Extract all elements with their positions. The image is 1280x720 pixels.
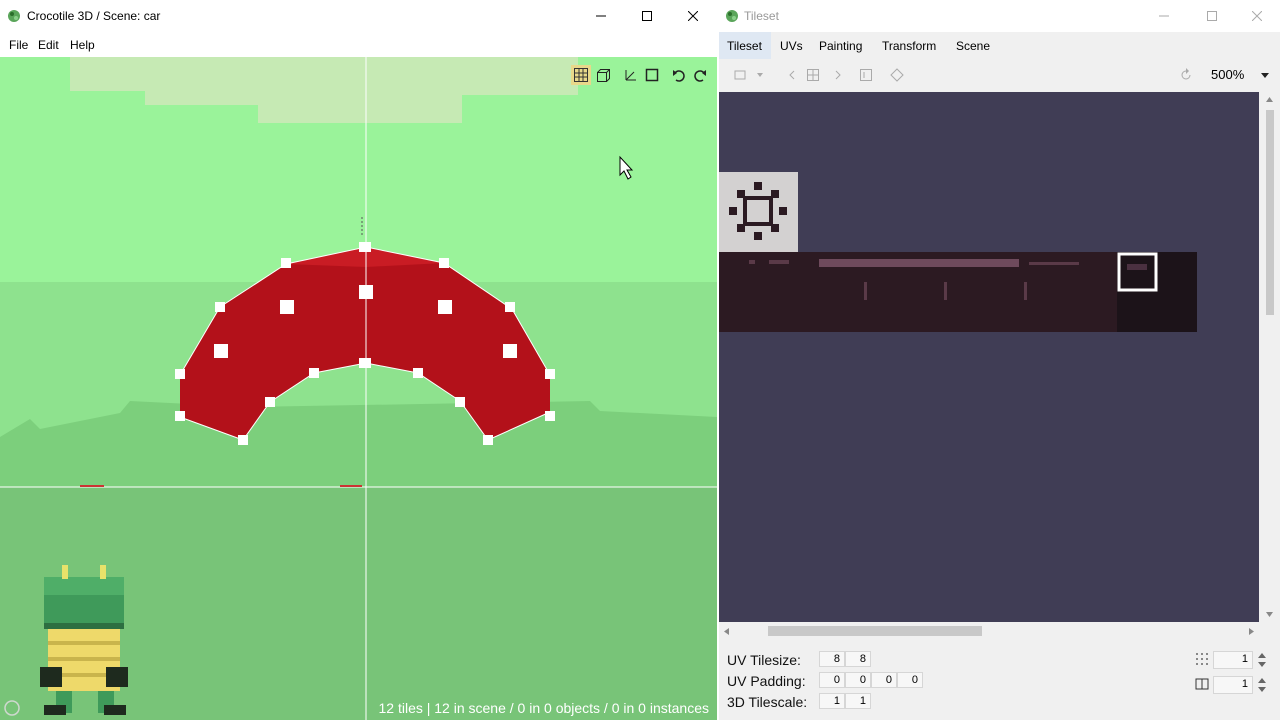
layers-button[interactable] bbox=[889, 67, 905, 83]
horizontal-scrollbar-track bbox=[724, 626, 1254, 636]
window-title: Crocotile 3D / Scene: car bbox=[27, 9, 161, 23]
refresh-icon bbox=[1181, 68, 1191, 80]
tilescale-x[interactable]: 1 bbox=[819, 693, 845, 709]
maximize-button[interactable] bbox=[624, 0, 670, 32]
zoom-value: 500% bbox=[1211, 67, 1245, 82]
book-icon bbox=[1195, 678, 1209, 690]
chevron-down-icon bbox=[1261, 73, 1269, 78]
tab-uvs[interactable]: UVs bbox=[780, 39, 803, 53]
layers-icon bbox=[890, 68, 904, 82]
select-box-button[interactable] bbox=[642, 65, 662, 85]
uv-tilesize-x[interactable]: 8 bbox=[819, 651, 845, 667]
scene-render bbox=[0, 57, 717, 720]
tilescale-y[interactable]: 1 bbox=[845, 693, 871, 709]
minimize-icon bbox=[596, 15, 606, 17]
menu-file[interactable]: File bbox=[9, 38, 28, 52]
dot-grid-icon bbox=[1196, 653, 1208, 665]
tileset-canvas[interactable] bbox=[719, 92, 1259, 622]
tileset-grid-button[interactable] bbox=[805, 67, 821, 83]
crocotile-app-icon bbox=[8, 10, 20, 22]
chevron-right-icon bbox=[835, 70, 841, 80]
uv-padding-left[interactable]: 0 bbox=[897, 672, 923, 688]
tileset-minimize-button[interactable] bbox=[1141, 0, 1187, 32]
tileset-close-button[interactable] bbox=[1234, 0, 1280, 32]
maximize-icon bbox=[1207, 11, 1217, 21]
tileset-window: Tileset Tileset UVs Painting Transform S… bbox=[719, 0, 1280, 720]
vertical-scrollbar-track bbox=[1266, 97, 1274, 617]
grid-toggle-button[interactable] bbox=[571, 65, 591, 85]
move-gizmo-button[interactable] bbox=[621, 65, 641, 85]
menu-bar: File Edit Help bbox=[0, 32, 717, 57]
tab-tileset[interactable]: Tileset bbox=[727, 39, 762, 53]
uv-padding-label: UV Padding: bbox=[727, 673, 806, 689]
square-icon bbox=[645, 68, 659, 82]
close-button[interactable] bbox=[670, 0, 716, 32]
crocotile-app-icon bbox=[726, 10, 738, 22]
status-text: 12 tiles | 12 in scene / 0 in 0 objects … bbox=[378, 700, 710, 716]
uv-tilesize-y[interactable]: 8 bbox=[845, 651, 871, 667]
uv-padding-top[interactable]: 0 bbox=[819, 672, 845, 688]
uv-settings-panel: UV Tilesize: 8 8 UV Padding: 0 0 0 0 3D … bbox=[719, 640, 1280, 720]
tileset-image bbox=[719, 172, 1197, 332]
spinner-2-arrows-icon[interactable] bbox=[1257, 676, 1267, 694]
vertical-scrollbar[interactable] bbox=[1260, 92, 1279, 622]
menu-edit[interactable]: Edit bbox=[38, 38, 59, 52]
main-window: Crocotile 3D / Scene: car File Edit Help bbox=[0, 0, 717, 720]
maximize-icon bbox=[642, 11, 652, 21]
image-icon bbox=[734, 70, 763, 80]
grid-icon bbox=[574, 68, 588, 82]
zoom-select[interactable]: 500% bbox=[1205, 65, 1273, 85]
camera-cube-button[interactable] bbox=[593, 65, 613, 85]
minimize-button[interactable] bbox=[578, 0, 624, 32]
undo-icon bbox=[673, 70, 685, 82]
uv-padding-bottom[interactable]: 0 bbox=[871, 672, 897, 688]
minimize-icon bbox=[1159, 15, 1169, 17]
tilescale-label: 3D Tilescale: bbox=[727, 694, 808, 710]
close-icon bbox=[1252, 11, 1262, 21]
tab-painting[interactable]: Painting bbox=[819, 39, 862, 53]
tileset-title-bar: Tileset bbox=[719, 0, 1280, 32]
spinner-2-input[interactable]: 1 bbox=[1213, 676, 1253, 694]
horizontal-scrollbar[interactable] bbox=[719, 622, 1259, 640]
refresh-button[interactable] bbox=[1178, 67, 1194, 83]
edit-icon bbox=[860, 69, 872, 81]
uv-padding-right[interactable]: 0 bbox=[845, 672, 871, 688]
tileset-toolbar: 500% bbox=[719, 59, 1280, 91]
tileset-tabs: Tileset UVs Painting Transform Scene bbox=[719, 32, 1280, 59]
tileset-window-title: Tileset bbox=[744, 9, 779, 23]
tileset-maximize-button[interactable] bbox=[1189, 0, 1235, 32]
image-dropdown-button[interactable] bbox=[733, 67, 767, 83]
close-icon bbox=[688, 11, 698, 21]
edit-tileset-button[interactable] bbox=[858, 67, 874, 83]
grid-icon bbox=[807, 69, 819, 81]
redo-button[interactable] bbox=[690, 65, 710, 85]
spinner-1-input[interactable]: 1 bbox=[1213, 651, 1253, 669]
3d-viewport[interactable]: 12 tiles | 12 in scene / 0 in 0 objects … bbox=[0, 57, 717, 720]
tab-transform[interactable]: Transform bbox=[882, 39, 936, 53]
tab-scene[interactable]: Scene bbox=[956, 39, 990, 53]
camera-cube-icon bbox=[597, 69, 610, 82]
menu-help[interactable]: Help bbox=[70, 38, 95, 52]
next-tileset-button[interactable] bbox=[830, 67, 846, 83]
chevron-left-icon bbox=[789, 70, 795, 80]
prev-tileset-button[interactable] bbox=[784, 67, 800, 83]
spinner-1-arrows-icon[interactable] bbox=[1257, 651, 1267, 669]
undo-button[interactable] bbox=[669, 65, 689, 85]
uv-tilesize-label: UV Tilesize: bbox=[727, 652, 801, 668]
move-gizmo-icon bbox=[625, 70, 636, 81]
redo-icon bbox=[694, 70, 706, 82]
title-bar: Crocotile 3D / Scene: car bbox=[0, 0, 717, 32]
